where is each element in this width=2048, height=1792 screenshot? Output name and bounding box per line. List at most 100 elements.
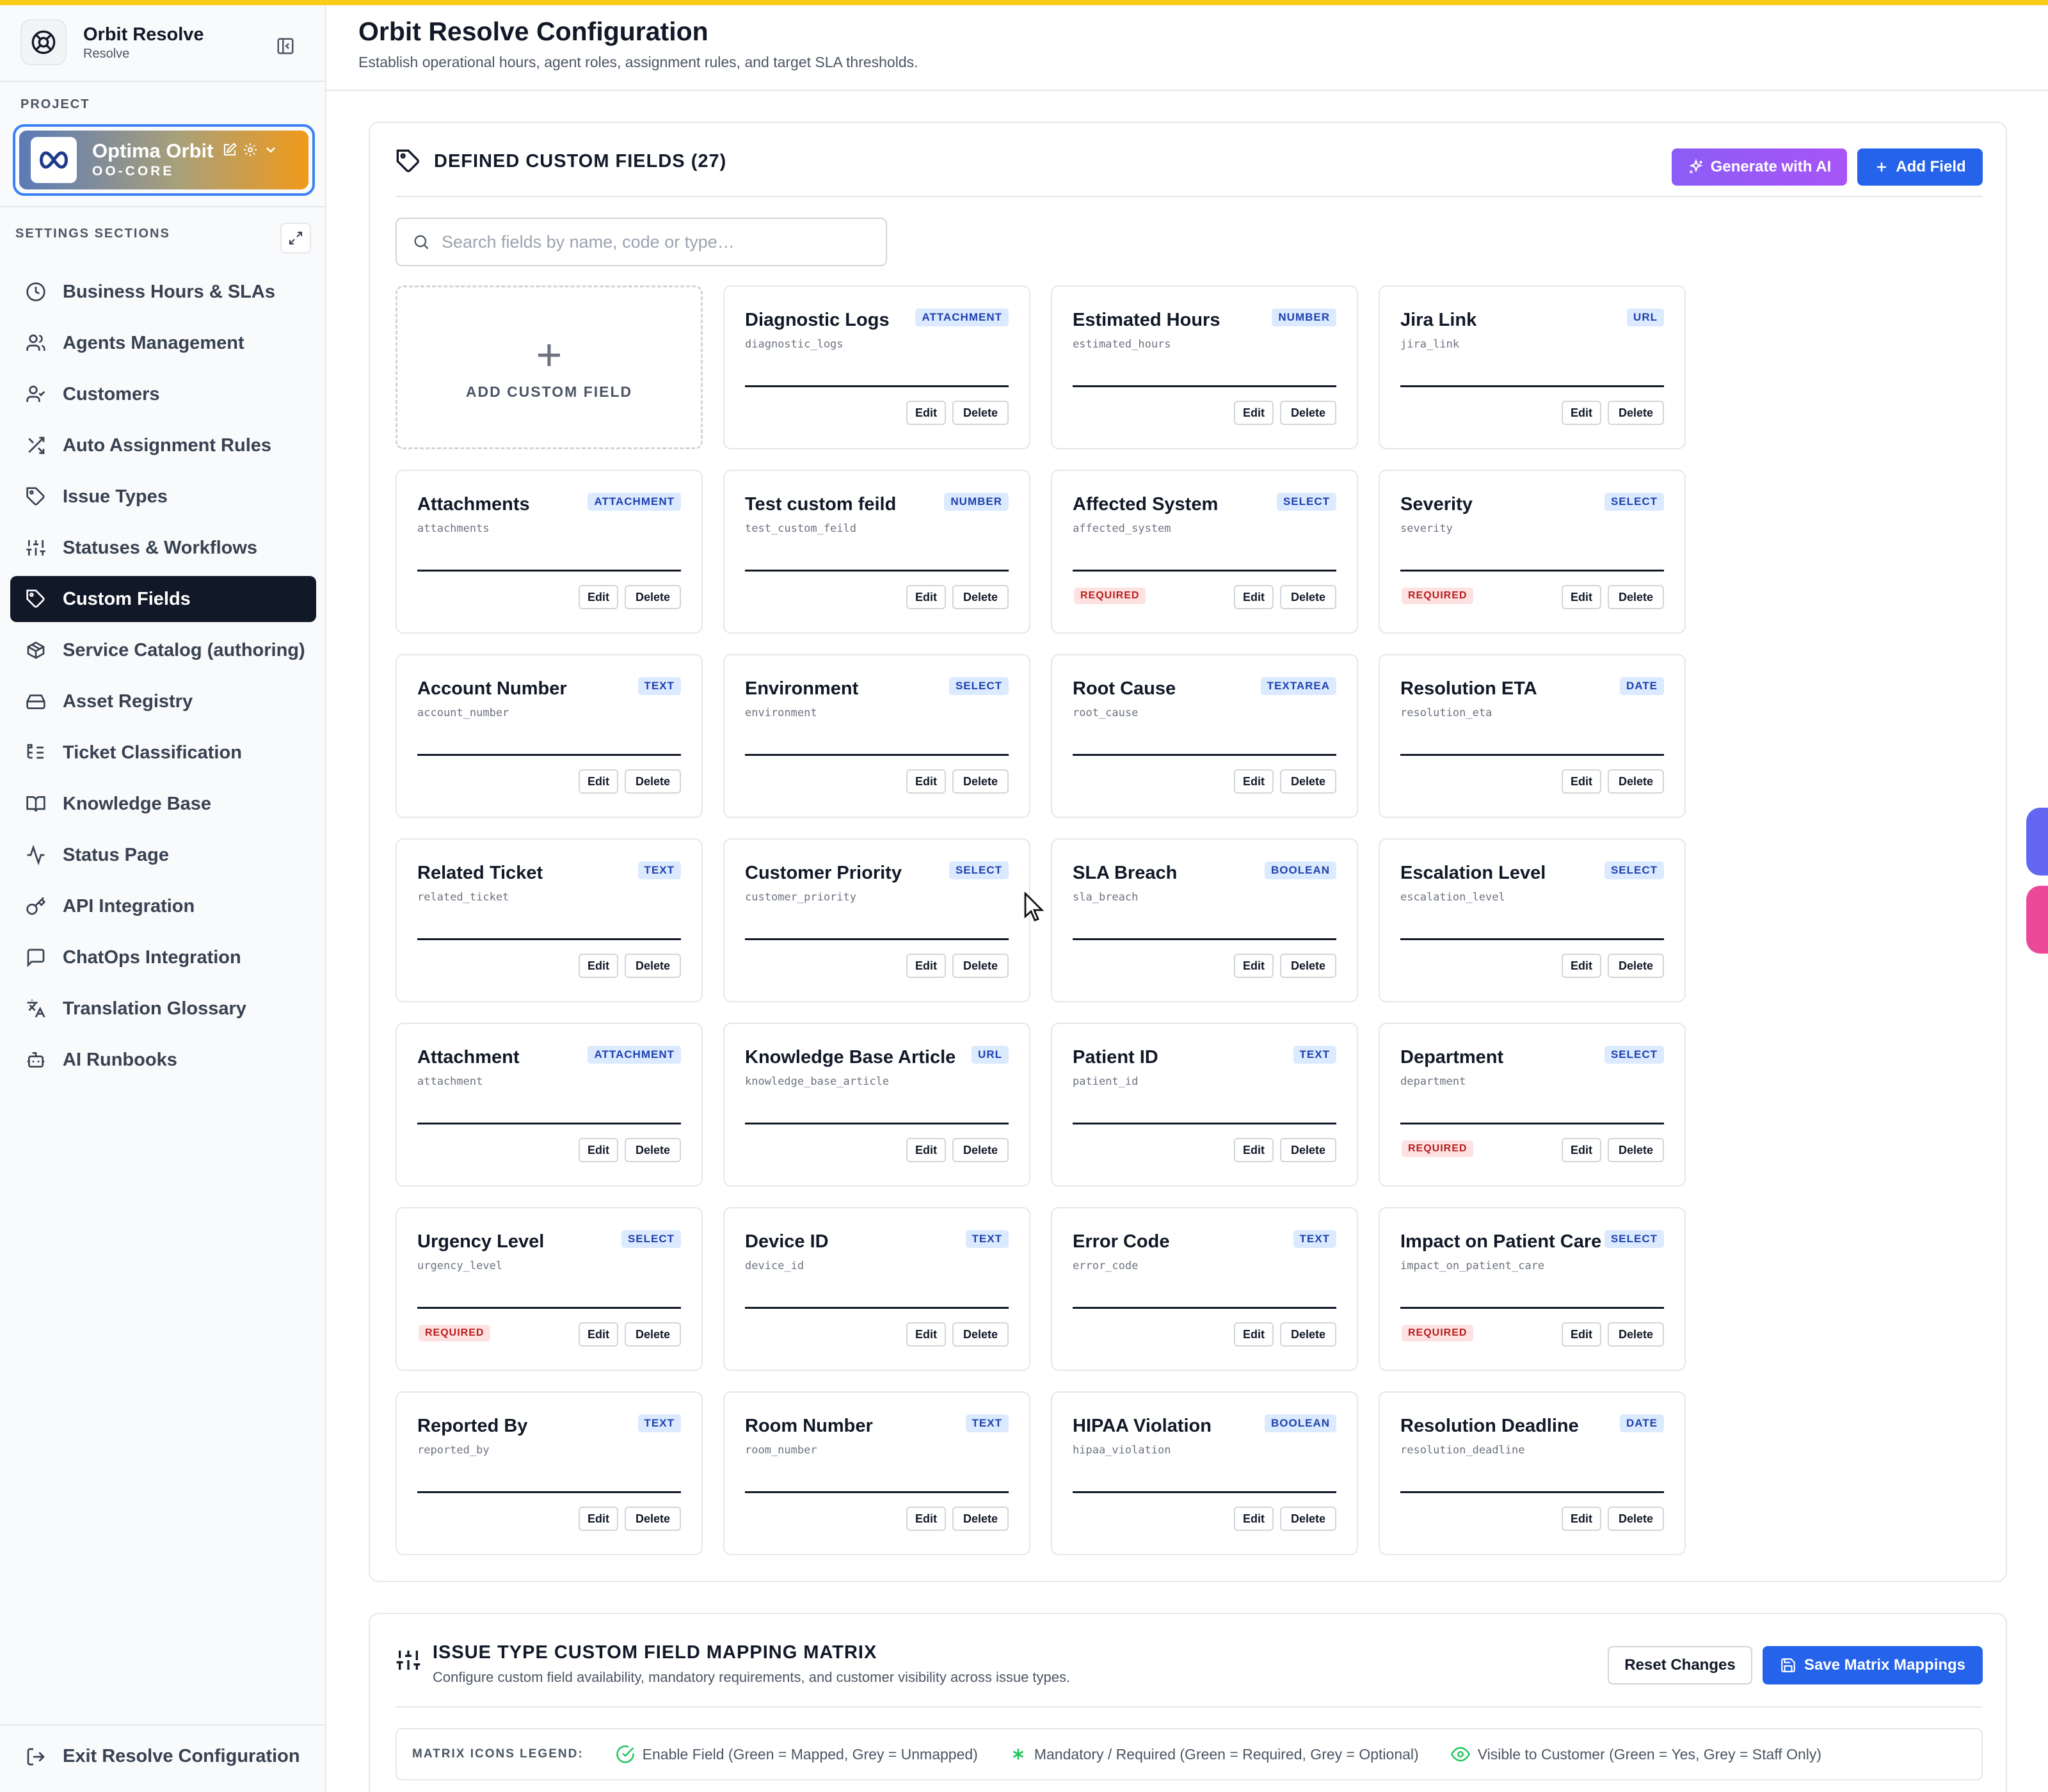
sidebar-item-label: Service Catalog (authoring) <box>63 639 305 660</box>
edit-icon[interactable] <box>222 140 237 163</box>
add-custom-field-card[interactable]: + ADD CUSTOM FIELD <box>396 285 703 449</box>
field-type-badge: SELECT <box>1604 861 1664 879</box>
delete-field-button[interactable]: Delete <box>1608 1322 1664 1347</box>
add-field-button[interactable]: Add Field <box>1857 148 1983 186</box>
edit-field-button[interactable]: Edit <box>1234 1322 1274 1347</box>
edit-field-button[interactable]: Edit <box>1562 401 1601 425</box>
sidebar-item-ticket-classification[interactable]: Ticket Classification <box>10 730 316 776</box>
reset-changes-button[interactable]: Reset Changes <box>1608 1646 1752 1684</box>
delete-field-button[interactable]: Delete <box>952 1507 1009 1531</box>
user-check-icon <box>26 385 45 402</box>
sidebar-item-issue-types[interactable]: Issue Types <box>10 474 316 520</box>
sidebar-item-translation-glossary[interactable]: Translation Glossary <box>10 986 316 1032</box>
sidebar-item-statuses[interactable]: Statuses & Workflows <box>10 525 316 571</box>
generate-with-ai-button[interactable]: Generate with AI <box>1672 148 1847 186</box>
edit-field-button[interactable]: Edit <box>1234 585 1274 609</box>
sidebar-item-api-integration[interactable]: API Integration <box>10 883 316 929</box>
delete-field-button[interactable]: Delete <box>952 954 1009 978</box>
sidebar-item-custom-fields[interactable]: Custom Fields <box>10 576 316 622</box>
delete-field-button[interactable]: Delete <box>1280 1322 1336 1347</box>
search-input[interactable] <box>442 232 864 252</box>
edit-field-button[interactable]: Edit <box>1234 954 1274 978</box>
delete-field-button[interactable]: Delete <box>1280 1138 1336 1162</box>
delete-field-button[interactable]: Delete <box>952 769 1009 794</box>
edit-field-button[interactable]: Edit <box>906 585 946 609</box>
edit-field-button[interactable]: Edit <box>579 585 618 609</box>
settings-gear-icon[interactable] <box>243 140 258 163</box>
sidebar-item-knowledge-base[interactable]: Knowledge Base <box>10 781 316 827</box>
sidebar-item-asset-registry[interactable]: Asset Registry <box>10 678 316 724</box>
edit-field-button[interactable]: Edit <box>1234 769 1274 794</box>
floating-assistant-button[interactable] <box>2026 808 2048 876</box>
field-preview-line <box>745 1491 1009 1493</box>
edit-field-button[interactable]: Edit <box>1562 1322 1601 1347</box>
sidebar-item-business-hours[interactable]: Business Hours & SLAs <box>10 269 316 315</box>
delete-field-button[interactable]: Delete <box>1280 585 1336 609</box>
field-type-badge: NUMBER <box>1272 308 1336 326</box>
delete-field-button[interactable]: Delete <box>625 954 681 978</box>
edit-field-button[interactable]: Edit <box>906 1322 946 1347</box>
delete-field-button[interactable]: Delete <box>952 585 1009 609</box>
delete-field-button[interactable]: Delete <box>625 585 681 609</box>
field-name: Account Number <box>417 678 567 699</box>
add-field-label: Add Field <box>1896 158 1966 175</box>
exit-configuration-button[interactable]: Exit Resolve Configuration <box>26 1746 300 1767</box>
edit-field-button[interactable]: Edit <box>1234 1507 1274 1531</box>
chevron-down-icon[interactable] <box>263 140 278 163</box>
edit-field-button[interactable]: Edit <box>1562 1138 1601 1162</box>
edit-field-button[interactable]: Edit <box>906 401 946 425</box>
project-code: OO-CORE <box>92 164 175 179</box>
save-matrix-button[interactable]: Save Matrix Mappings <box>1763 1646 1983 1684</box>
edit-field-button[interactable]: Edit <box>1562 954 1601 978</box>
edit-field-button[interactable]: Edit <box>579 1507 618 1531</box>
edit-field-button[interactable]: Edit <box>579 769 618 794</box>
field-code: customer_priority <box>745 891 856 904</box>
delete-field-button[interactable]: Delete <box>952 1322 1009 1347</box>
sidebar-item-chatops[interactable]: ChatOps Integration <box>10 934 316 980</box>
edit-field-button[interactable]: Edit <box>906 1507 946 1531</box>
delete-field-button[interactable]: Delete <box>952 401 1009 425</box>
message-square-icon <box>27 948 45 968</box>
delete-field-button[interactable]: Delete <box>1608 954 1664 978</box>
edit-field-button[interactable]: Edit <box>579 1322 618 1347</box>
project-switcher[interactable]: Optima Orbit OO-CORE <box>13 124 315 196</box>
search-icon <box>414 235 429 250</box>
edit-field-button[interactable]: Edit <box>579 954 618 978</box>
edit-field-button[interactable]: Edit <box>1562 769 1601 794</box>
delete-field-button[interactable]: Delete <box>1280 1507 1336 1531</box>
expand-icon[interactable] <box>280 223 311 253</box>
sidebar-item-agents[interactable]: Agents Management <box>10 320 316 366</box>
delete-field-button[interactable]: Delete <box>1608 1507 1664 1531</box>
delete-field-button[interactable]: Delete <box>1280 954 1336 978</box>
field-preview-line <box>745 385 1009 387</box>
delete-field-button[interactable]: Delete <box>1608 585 1664 609</box>
edit-field-button[interactable]: Edit <box>906 1138 946 1162</box>
floating-feedback-button[interactable] <box>2026 886 2048 954</box>
sidebar-item-status-page[interactable]: Status Page <box>10 832 316 878</box>
delete-field-button[interactable]: Delete <box>625 1507 681 1531</box>
field-type-badge: SELECT <box>1604 493 1664 511</box>
field-code: related_ticket <box>417 891 509 904</box>
sidebar-item-service-catalog[interactable]: Service Catalog (authoring) <box>10 627 316 673</box>
edit-field-button[interactable]: Edit <box>1562 1507 1601 1531</box>
sidebar-item-ai-runbooks[interactable]: AI Runbooks <box>10 1037 316 1083</box>
delete-field-button[interactable]: Delete <box>1280 769 1336 794</box>
delete-field-button[interactable]: Delete <box>625 1138 681 1162</box>
edit-field-button[interactable]: Edit <box>906 954 946 978</box>
delete-field-button[interactable]: Delete <box>1608 769 1664 794</box>
collapse-sidebar-icon[interactable] <box>270 31 301 61</box>
delete-field-button[interactable]: Delete <box>1280 401 1336 425</box>
delete-field-button[interactable]: Delete <box>952 1138 1009 1162</box>
sidebar-item-auto-assignment[interactable]: Auto Assignment Rules <box>10 422 316 468</box>
edit-field-button[interactable]: Edit <box>906 769 946 794</box>
delete-field-button[interactable]: Delete <box>1608 401 1664 425</box>
delete-field-button[interactable]: Delete <box>625 1322 681 1347</box>
edit-field-button[interactable]: Edit <box>1234 401 1274 425</box>
field-preview-line <box>745 570 1009 572</box>
edit-field-button[interactable]: Edit <box>1562 585 1601 609</box>
sidebar-item-customers[interactable]: Customers <box>10 371 316 417</box>
delete-field-button[interactable]: Delete <box>1608 1138 1664 1162</box>
delete-field-button[interactable]: Delete <box>625 769 681 794</box>
edit-field-button[interactable]: Edit <box>579 1138 618 1162</box>
edit-field-button[interactable]: Edit <box>1234 1138 1274 1162</box>
